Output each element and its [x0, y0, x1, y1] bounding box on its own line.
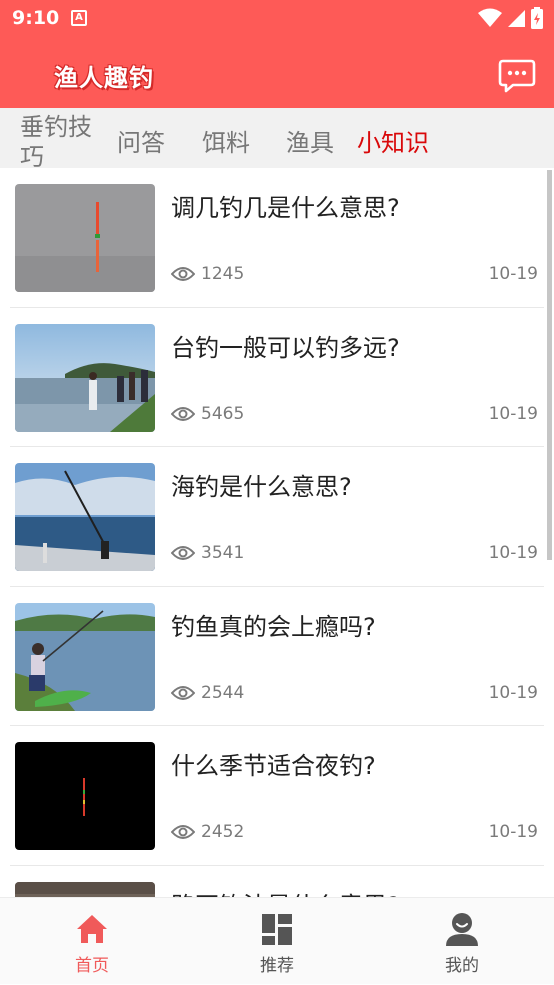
publish-date: 10-19 — [488, 543, 538, 563]
publish-date: 10-19 — [488, 822, 538, 842]
article-title: 海钓是什么意思? — [171, 473, 352, 501]
article-list: 调几钓几是什么意思? 1245 10-19 台钓一般可以钓多远? 5465 10… — [0, 168, 554, 897]
list-item[interactable]: 路亚钓法是什么意思? — [0, 866, 544, 898]
publish-date: 10-19 — [488, 403, 538, 424]
article-title: 路亚钓法是什么意思? — [171, 886, 400, 898]
publish-date: 10-19 — [488, 264, 538, 284]
article-title: 调几钓几是什么意思? — [171, 194, 400, 222]
nav-home[interactable]: 首页 — [32, 898, 152, 985]
view-count: 2452 — [201, 822, 245, 842]
nav-profile[interactable]: 我的 — [402, 898, 522, 985]
status-bar: 9:10 A — [0, 0, 554, 36]
thumbnail-shore — [15, 602, 155, 711]
eye-icon — [171, 825, 195, 839]
view-count: 1245 — [201, 264, 245, 284]
nav-label-recommend: 推荐 — [260, 956, 294, 976]
eye-icon — [171, 406, 195, 421]
list-item[interactable]: 钓鱼真的会上瘾吗? 2544 10-19 — [0, 587, 544, 726]
article-title: 什么季节适合夜钓? — [171, 752, 376, 780]
nav-label-home: 首页 — [75, 956, 109, 976]
tab-qa[interactable]: 问答 — [117, 123, 165, 158]
category-tabs: 垂钓技巧 问答 饵料 渔具 小知识 — [0, 108, 554, 168]
list-item[interactable]: 台钓一般可以钓多远? 5465 10-19 — [0, 308, 544, 447]
notification-a-icon: A — [71, 10, 87, 26]
wifi-icon — [478, 8, 502, 27]
thumbnail-sea — [15, 463, 155, 571]
tab-fishing-skills[interactable]: 垂钓技巧 — [20, 112, 100, 168]
view-count: 2544 — [201, 682, 245, 703]
tab-bait[interactable]: 饵料 — [202, 123, 250, 158]
nav-recommend[interactable]: 推荐 — [217, 898, 337, 985]
app-header: 渔人趣钓 — [0, 36, 554, 108]
list-item[interactable]: 调几钓几是什么意思? 1245 10-19 — [0, 168, 544, 308]
tab-tips[interactable]: 小知识 — [357, 123, 429, 158]
app-logo: 渔人趣钓 — [54, 63, 154, 92]
thumbnail-night — [15, 742, 155, 850]
chat-bubble-icon — [498, 59, 536, 93]
eye-icon — [171, 546, 195, 560]
status-time: 9:10 — [12, 7, 60, 29]
thumbnail-rocky — [15, 881, 155, 897]
nav-label-profile: 我的 — [445, 956, 479, 976]
thumbnail-lake — [15, 323, 155, 432]
home-icon — [77, 915, 107, 943]
bottom-nav: 首页 推荐 我的 — [0, 897, 554, 984]
article-title: 钓鱼真的会上瘾吗? — [171, 612, 376, 641]
eye-icon — [171, 267, 195, 281]
eye-icon — [171, 685, 195, 700]
thumbnail-float — [15, 184, 155, 292]
chat-button[interactable] — [497, 58, 537, 94]
view-count: 5465 — [201, 403, 245, 424]
publish-date: 10-19 — [488, 682, 538, 703]
status-icons — [478, 6, 544, 30]
scrollbar[interactable] — [547, 170, 552, 560]
profile-icon — [446, 913, 478, 946]
view-count: 3541 — [201, 543, 245, 563]
signal-icon — [508, 10, 525, 27]
battery-icon — [531, 7, 543, 29]
list-item[interactable]: 海钓是什么意思? 3541 10-19 — [0, 447, 544, 587]
tab-tackle[interactable]: 渔具 — [286, 123, 334, 158]
list-item[interactable]: 什么季节适合夜钓? 2452 10-19 — [0, 726, 544, 866]
grid-icon — [262, 914, 292, 945]
article-title: 台钓一般可以钓多远? — [171, 333, 400, 362]
